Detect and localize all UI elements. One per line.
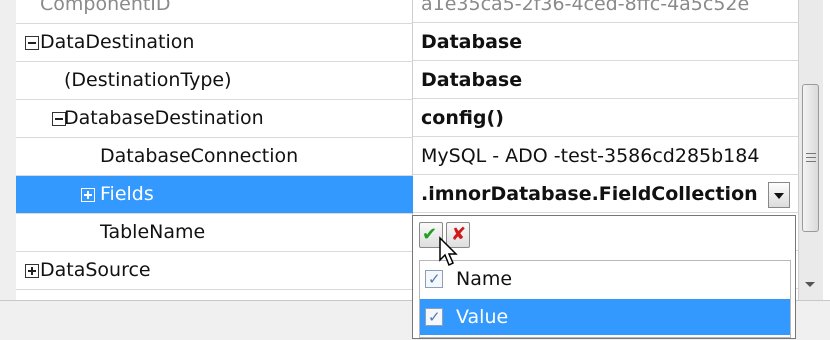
property-row[interactable]: DatabaseConnection MySQL - ADO -test-3586…: [0, 138, 798, 176]
property-name-cell[interactable]: DatabaseConnection: [16, 138, 413, 176]
property-name-cell[interactable]: DatabaseDestination: [16, 100, 413, 138]
fields-checklist: Name Value: [419, 260, 791, 338]
property-name-label: TableName: [100, 221, 206, 243]
property-row[interactable]: Fields .imnorDatabase.FieldCollection: [0, 176, 798, 214]
property-name-label: ComponentID: [40, 0, 171, 15]
property-row[interactable]: DataDestination Database: [0, 24, 798, 62]
property-value-text: Database: [421, 31, 523, 53]
property-name-label: (DestinationType): [64, 69, 232, 91]
property-name-cell[interactable]: TableName: [16, 214, 413, 252]
property-name-cell[interactable]: (DestinationType): [16, 62, 413, 100]
collapse-icon[interactable]: [25, 36, 39, 50]
property-name-cell[interactable]: DataSource: [16, 252, 413, 290]
property-row[interactable]: (DestinationType) Database: [0, 62, 798, 100]
property-grid: ComponentID a1e35ca5-2f36-4ced-8ffc-4a5c5…: [0, 0, 830, 340]
dropdown-arrow-button[interactable]: [768, 182, 790, 208]
property-value-text: Database: [421, 69, 523, 91]
property-value-text: MySQL - ADO -test-3586cd285b184: [421, 145, 760, 167]
list-item-label: Value: [456, 306, 509, 328]
property-name-cell[interactable]: DataDestination: [16, 24, 413, 62]
property-value-text: .imnorDatabase.FieldCollection: [421, 183, 758, 205]
vertical-scrollbar[interactable]: [798, 0, 823, 300]
property-value-cell[interactable]: a1e35ca5-2f36-4ced-8ffc-4a5c52e: [413, 0, 798, 23]
checkbox[interactable]: [425, 261, 443, 297]
property-name-cell[interactable]: Fields: [16, 176, 413, 214]
property-row[interactable]: DatabaseDestination config(): [0, 100, 798, 138]
property-value-cell[interactable]: config(): [413, 100, 798, 137]
list-item[interactable]: Name: [420, 261, 790, 297]
list-item-label: Name: [456, 268, 513, 290]
popup-toolbar: ✔ ✘: [413, 216, 795, 256]
property-name-label: Fields: [100, 183, 154, 205]
property-value-text: config(): [421, 107, 504, 129]
property-value-cell[interactable]: Database: [413, 62, 798, 99]
property-name-label: DatabaseConnection: [100, 145, 299, 167]
expand-icon[interactable]: [81, 188, 95, 202]
scroll-down-arrow-icon[interactable]: [805, 282, 815, 287]
list-item[interactable]: Value: [420, 299, 790, 335]
fields-dropdown-popup: ✔ ✘ Name Value: [412, 215, 796, 339]
property-name-label: DatabaseDestination: [64, 107, 264, 129]
checkmark-icon: ✔: [422, 224, 438, 245]
property-value-text: a1e35ca5-2f36-4ced-8ffc-4a5c52e: [421, 0, 750, 15]
property-name-cell[interactable]: ComponentID: [16, 0, 413, 24]
property-value-cell[interactable]: .imnorDatabase.FieldCollection: [413, 176, 798, 213]
grip-icon: [806, 153, 816, 154]
property-name-label: DataDestination: [40, 31, 195, 53]
property-row[interactable]: ComponentID a1e35ca5-2f36-4ced-8ffc-4a5c5…: [0, 0, 798, 24]
property-value-cell[interactable]: Database: [413, 24, 798, 61]
property-name-label: DataSource: [40, 259, 151, 281]
scrollbar-thumb[interactable]: [802, 84, 819, 232]
checkbox[interactable]: [425, 299, 443, 335]
expand-icon[interactable]: [25, 264, 39, 278]
property-value-cell[interactable]: MySQL - ADO -test-3586cd285b184: [413, 138, 798, 175]
